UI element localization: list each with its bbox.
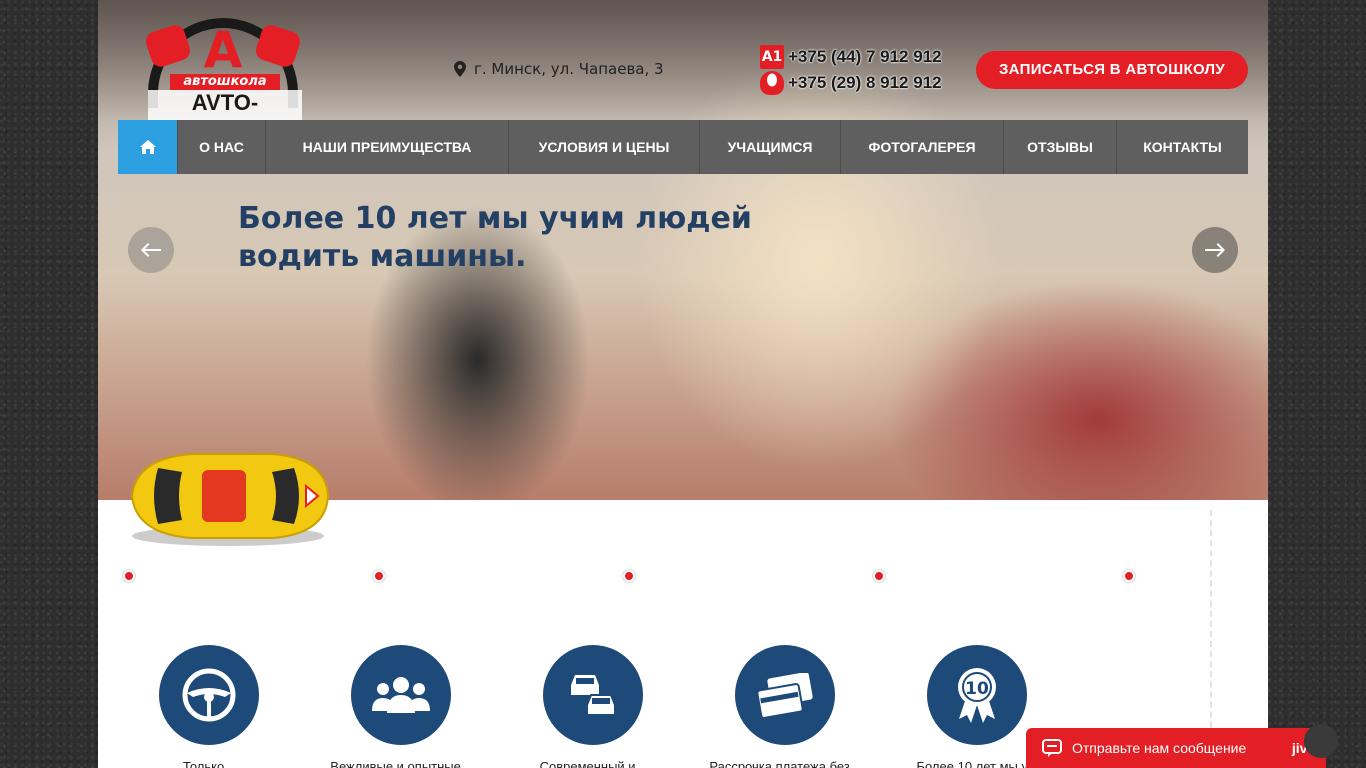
feature-circle bbox=[543, 645, 643, 745]
nav-item-reviews[interactable]: ОТЗЫВЫ bbox=[1004, 120, 1117, 174]
phone-number[interactable]: +375 (29) 8 912 912 bbox=[788, 73, 942, 93]
feature-installments[interactable]: Рассрочка платежа без... bbox=[690, 645, 880, 768]
nav-item-contacts[interactable]: КОНТАКТЫ bbox=[1117, 120, 1248, 174]
address-text: г. Минск, ул. Чапаева, 3 bbox=[474, 60, 664, 78]
arrow-left-icon bbox=[141, 243, 161, 257]
people-icon bbox=[372, 677, 430, 713]
slider-prev-button[interactable] bbox=[128, 227, 174, 273]
mts-operator-icon bbox=[760, 71, 784, 95]
phone-row-mts[interactable]: +375 (29) 8 912 912 bbox=[760, 70, 942, 96]
phone-row-a1[interactable]: A1 +375 (44) 7 912 912 bbox=[760, 44, 942, 70]
egg-icon bbox=[767, 73, 777, 87]
hero-slider: A автошкола AVTO-RITET.by г. Минск, ул. … bbox=[98, 0, 1268, 500]
timeline-dot[interactable] bbox=[373, 570, 385, 582]
award-10-icon: 10 bbox=[958, 668, 996, 723]
feature-label: Современный и... bbox=[539, 759, 647, 768]
credit-card-icon bbox=[756, 673, 813, 717]
slide-title: Более 10 лет мы учим людей водить машины… bbox=[238, 201, 752, 274]
nav-item-gallery[interactable]: ФОТОГАЛЕРЕЯ bbox=[841, 120, 1004, 174]
signup-button[interactable]: ЗАПИСАТЬСЯ В АВТОШКОЛУ bbox=[976, 51, 1248, 89]
phone-number[interactable]: +375 (44) 7 912 912 bbox=[788, 47, 942, 67]
chat-label: Отправьте нам сообщение bbox=[1072, 740, 1247, 756]
timeline-dot[interactable] bbox=[623, 570, 635, 582]
map-pin-icon bbox=[454, 61, 466, 77]
nav-item-students[interactable]: УЧАЩИМСЯ bbox=[700, 120, 841, 174]
arrow-right-icon bbox=[1205, 243, 1225, 257]
feature-cars[interactable]: Современный и... bbox=[498, 645, 688, 768]
logo-letter: A bbox=[203, 21, 243, 79]
feature-instructors[interactable]: Только... bbox=[114, 645, 304, 768]
chat-widget[interactable]: Отправьте нам сообщение jivo bbox=[1026, 728, 1326, 768]
logo[interactable]: A автошкола AVTO-RITET.by bbox=[143, 16, 303, 142]
feature-circle: 10 bbox=[927, 645, 1027, 745]
a1-operator-icon: A1 bbox=[760, 45, 784, 69]
feature-circle bbox=[735, 645, 835, 745]
feature-circle bbox=[351, 645, 451, 745]
message-icon bbox=[1042, 739, 1062, 757]
page: A автошкола AVTO-RITET.by г. Минск, ул. … bbox=[98, 0, 1268, 768]
timeline-dot[interactable] bbox=[123, 570, 135, 582]
svg-text:10: 10 bbox=[965, 679, 989, 699]
chat-bubble-icon[interactable] bbox=[1304, 724, 1338, 758]
logo-subtitle: автошкола bbox=[170, 74, 280, 90]
timeline-dot[interactable] bbox=[1123, 570, 1135, 582]
address: г. Минск, ул. Чапаева, 3 bbox=[454, 60, 664, 78]
yellow-car-image bbox=[130, 453, 330, 546]
feature-staff[interactable]: Вежливые и опытные... bbox=[306, 645, 496, 768]
phones: A1 +375 (44) 7 912 912 +375 (29) 8 912 9… bbox=[760, 44, 942, 96]
home-icon bbox=[139, 140, 156, 154]
cars-icon bbox=[571, 675, 616, 716]
timeline-dot[interactable] bbox=[873, 570, 885, 582]
feature-label: Рассрочка платежа без... bbox=[709, 759, 861, 768]
steering-wheel-icon bbox=[182, 668, 236, 722]
nav-item-prices[interactable]: УСЛОВИЯ И ЦЕНЫ bbox=[509, 120, 700, 174]
feature-label: Вежливые и опытные... bbox=[330, 759, 472, 768]
nav-item-advantages[interactable]: НАШИ ПРЕИМУЩЕСТВА bbox=[266, 120, 509, 174]
nav-home[interactable] bbox=[118, 120, 178, 174]
timeline-dots bbox=[98, 570, 1268, 582]
nav-item-about[interactable]: О НАС bbox=[178, 120, 266, 174]
feature-circle bbox=[159, 645, 259, 745]
slider-next-button[interactable] bbox=[1192, 227, 1238, 273]
main-nav: О НАС НАШИ ПРЕИМУЩЕСТВА УСЛОВИЯ И ЦЕНЫ У… bbox=[118, 120, 1248, 174]
feature-label: Только... bbox=[182, 759, 236, 768]
